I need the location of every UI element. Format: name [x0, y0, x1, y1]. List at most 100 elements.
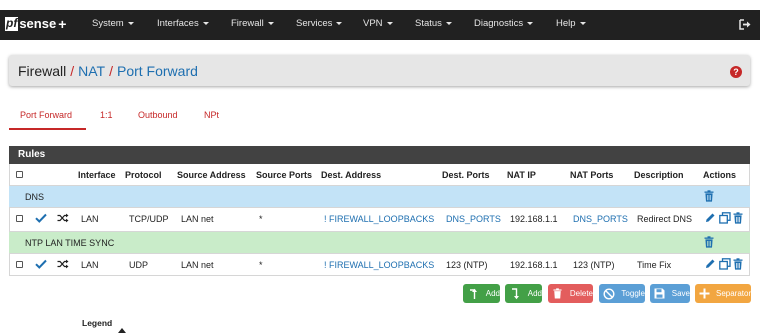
- arrow-up-icon: [467, 287, 480, 300]
- rule-protocol: UDP: [129, 260, 149, 270]
- edit-pencil-icon[interactable]: [705, 258, 716, 269]
- rule-description: Redirect DNS: [637, 214, 693, 224]
- help-icon[interactable]: ?: [730, 66, 742, 78]
- nav-vpn[interactable]: VPN: [363, 18, 393, 29]
- nav-interfaces[interactable]: Interfaces: [157, 18, 209, 29]
- rule-dest-ports: 123 (NTP): [446, 260, 488, 270]
- edit-pencil-icon[interactable]: [705, 212, 716, 223]
- rule-nat-ip: 192.168.1.1: [510, 214, 558, 224]
- legend-arrow-icon: [118, 328, 126, 333]
- plus-icon: [699, 287, 710, 300]
- chevron-down-icon: [579, 21, 586, 25]
- breadcrumb-separator: /: [70, 63, 75, 79]
- breadcrumb-firewall: Firewall: [18, 63, 67, 79]
- rule-source-ports: *: [259, 260, 263, 270]
- toggle-label: Toggle: [621, 289, 645, 298]
- chevron-down-icon: [386, 21, 393, 25]
- logout-icon[interactable]: [739, 19, 751, 30]
- breadcrumb-separator: /: [109, 63, 113, 79]
- rule-dest-address-link[interactable]: ! FIREWALL_LOOPBACKS: [324, 260, 434, 270]
- col-header-source-ports: Source Ports: [256, 170, 313, 180]
- nav-help-label: Help: [556, 18, 576, 29]
- logo-pf-mark: pf: [5, 16, 19, 31]
- nav-firewall[interactable]: Firewall: [231, 18, 274, 29]
- copy-icon[interactable]: [719, 212, 731, 224]
- breadcrumb-panel: Firewall / NAT / Port Forward: [9, 55, 750, 86]
- tab-one-to-one[interactable]: 1:1: [100, 110, 113, 120]
- col-header-dest-address: Dest. Address: [321, 170, 382, 180]
- separator-row-dns[interactable]: DNS: [9, 186, 750, 207]
- trash-icon[interactable]: [733, 212, 743, 224]
- save-button[interactable]: Save: [650, 284, 690, 303]
- col-header-actions: Actions: [703, 170, 737, 180]
- save-label: Save: [671, 289, 690, 298]
- select-all-checkbox[interactable]: [16, 171, 23, 178]
- separator-label: DNS: [25, 192, 45, 202]
- ban-icon: [603, 287, 615, 300]
- separator-row-ntp[interactable]: NTP LAN TIME SYNC: [9, 232, 750, 253]
- shuffle-icon: [57, 213, 69, 223]
- add-separator-button[interactable]: Separator: [695, 284, 751, 303]
- top-navbar: pf sense + System Interfaces Firewall Se…: [0, 10, 760, 40]
- rules-panel-title: Rules: [9, 146, 750, 164]
- table-divider: [9, 253, 750, 254]
- breadcrumb: Firewall / NAT / Port Forward: [18, 63, 198, 79]
- active-tab-underline: [9, 128, 86, 130]
- tab-port-forward[interactable]: Port Forward: [20, 110, 72, 120]
- rule-interface: LAN: [81, 214, 99, 224]
- nav-system[interactable]: System: [92, 18, 134, 29]
- rule-source-ports: *: [259, 214, 263, 224]
- col-header-nat-ip: NAT IP: [507, 170, 536, 180]
- delete-label: Delete: [569, 289, 593, 298]
- toggle-button[interactable]: Toggle: [599, 284, 645, 303]
- chevron-down-icon: [527, 21, 534, 25]
- pfsense-logo[interactable]: pf sense +: [5, 17, 66, 31]
- rule-source-address: LAN net: [181, 214, 214, 224]
- separator-label: NTP LAN TIME SYNC: [25, 238, 115, 248]
- add-bottom-label: Add: [527, 289, 542, 298]
- nav-help[interactable]: Help: [556, 18, 586, 29]
- rule-select-checkbox[interactable]: [16, 215, 23, 222]
- arrow-down-icon: [509, 287, 522, 300]
- trash-icon[interactable]: [704, 190, 714, 202]
- breadcrumb-nat-link[interactable]: NAT: [78, 63, 105, 79]
- add-rule-top-button[interactable]: Add: [463, 284, 500, 303]
- rule-protocol: TCP/UDP: [129, 214, 169, 224]
- check-icon[interactable]: [35, 259, 47, 269]
- chevron-down-icon: [336, 21, 343, 25]
- rule-select-checkbox[interactable]: [16, 261, 23, 268]
- copy-icon[interactable]: [719, 258, 731, 270]
- nav-firewall-label: Firewall: [231, 18, 264, 29]
- tab-npt[interactable]: NPt: [204, 110, 219, 120]
- delete-button[interactable]: Delete: [548, 284, 593, 303]
- add-rule-bottom-button[interactable]: Add: [505, 284, 542, 303]
- tab-outbound[interactable]: Outbound: [138, 110, 178, 120]
- col-header-dest-ports: Dest. Ports: [442, 170, 490, 180]
- nav-vpn-label: VPN: [363, 18, 383, 29]
- col-header-nat-ports: NAT Ports: [570, 170, 614, 180]
- add-top-label: Add: [485, 289, 500, 298]
- legend-heading: Legend: [82, 318, 113, 328]
- rule-nat-ports-link[interactable]: DNS_PORTS: [573, 214, 628, 224]
- nav-status[interactable]: Status: [415, 18, 452, 29]
- rule-dest-address-link[interactable]: ! FIREWALL_LOOPBACKS: [324, 214, 434, 224]
- rule-source-address: LAN net: [181, 260, 214, 270]
- nav-diagnostics-label: Diagnostics: [474, 18, 524, 29]
- rule-interface: LAN: [81, 260, 99, 270]
- rule-nat-ports: 123 (NTP): [573, 260, 615, 270]
- nav-system-label: System: [92, 18, 124, 29]
- table-divider: [9, 207, 750, 208]
- logo-sense-text: sense: [19, 16, 57, 31]
- nav-interfaces-label: Interfaces: [157, 18, 199, 29]
- check-icon[interactable]: [35, 213, 47, 223]
- nav-diagnostics[interactable]: Diagnostics: [474, 18, 534, 29]
- save-disk-icon: [654, 287, 666, 300]
- rule-nat-ip: 192.168.1.1: [510, 260, 558, 270]
- breadcrumb-port-forward-link[interactable]: Port Forward: [117, 63, 198, 79]
- col-header-interface: Interface: [78, 170, 116, 180]
- rule-dest-ports-link[interactable]: DNS_PORTS: [446, 214, 501, 224]
- nav-services[interactable]: Services: [296, 18, 343, 29]
- nav-status-label: Status: [415, 18, 442, 29]
- trash-icon[interactable]: [733, 258, 743, 270]
- trash-icon[interactable]: [704, 236, 714, 248]
